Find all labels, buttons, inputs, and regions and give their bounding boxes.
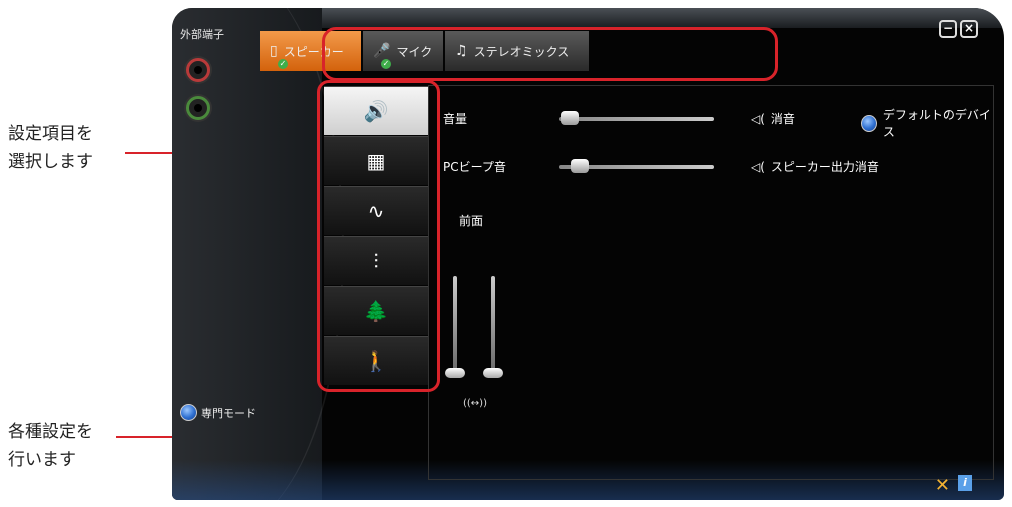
volume-slider[interactable]: [559, 111, 714, 125]
expert-mode-toggle[interactable]: 専門モード: [180, 404, 256, 421]
external-port-panel: [172, 8, 344, 500]
default-device-toggle[interactable]: デフォルトのデバイス: [861, 106, 993, 140]
default-device-radio-icon[interactable]: [861, 114, 877, 132]
speaker-icon: ▯: [270, 43, 278, 59]
front-right-slider[interactable]: [483, 276, 503, 378]
front-left-slider[interactable]: [445, 276, 465, 378]
expert-mode-label: 専門モード: [201, 406, 256, 420]
callout-settings-line2: 行います: [8, 450, 76, 470]
audio-manager-window: 外部端子 専門モード − × ▯ ✓ スピーカー 🎤 ✓ マイク ♫ ステレオミ…: [172, 8, 1004, 500]
mute-label: 消音: [770, 112, 795, 126]
volume-mute-toggle[interactable]: ◁( 消音: [751, 110, 795, 127]
default-device-label: デフォルトのデバイス: [882, 108, 991, 139]
callout-settings: 各種設定を 行います: [8, 418, 93, 474]
callout-select-items: 設定項目を 選択します: [8, 120, 93, 176]
callout-settings-line1: 各種設定を: [8, 422, 93, 442]
info-icon[interactable]: i: [958, 475, 972, 491]
close-button[interactable]: ×: [960, 20, 978, 38]
front-right-slider-knob[interactable]: [483, 368, 503, 378]
categories-highlight-outline: [317, 80, 440, 392]
callout-select-line2: 選択します: [8, 152, 93, 172]
jack-red-icon[interactable]: [186, 58, 210, 82]
speaker-output-mute-toggle[interactable]: ◁( スピーカー出力消音: [751, 158, 879, 175]
bottom-toolbar: ✕ i: [935, 475, 972, 496]
window-controls: − ×: [939, 20, 978, 38]
pc-beep-label: PCビープ音: [443, 160, 506, 174]
callout-select-line1: 設定項目を: [8, 124, 93, 144]
front-left-slider-knob[interactable]: [445, 368, 465, 378]
pc-beep-slider-knob[interactable]: [571, 159, 589, 173]
balance-link-icon[interactable]: ((↔)): [463, 398, 487, 409]
volume-slider-knob[interactable]: [561, 111, 579, 125]
pc-beep-slider[interactable]: [559, 159, 714, 173]
speaker-mute-label: スピーカー出力消音: [770, 160, 879, 174]
volume-label: 音量: [443, 112, 468, 126]
check-icon: ✓: [278, 59, 288, 69]
settings-panel: 音量 ◁( 消音 デフォルトのデバイス PCビープ音 ◁( スピーカー出力消音 …: [428, 85, 994, 480]
jack-green-icon[interactable]: [186, 96, 210, 120]
speaker-mute-icon: ◁(: [751, 111, 765, 126]
expert-mode-radio-icon[interactable]: [180, 404, 197, 421]
tabs-highlight-outline: [322, 27, 778, 81]
speaker-mute-icon: ◁(: [751, 159, 765, 174]
front-label: 前面: [459, 214, 484, 228]
external-port-title: 外部端子: [180, 28, 224, 41]
minimize-button[interactable]: −: [939, 20, 957, 38]
tools-icon[interactable]: ✕: [935, 475, 950, 496]
